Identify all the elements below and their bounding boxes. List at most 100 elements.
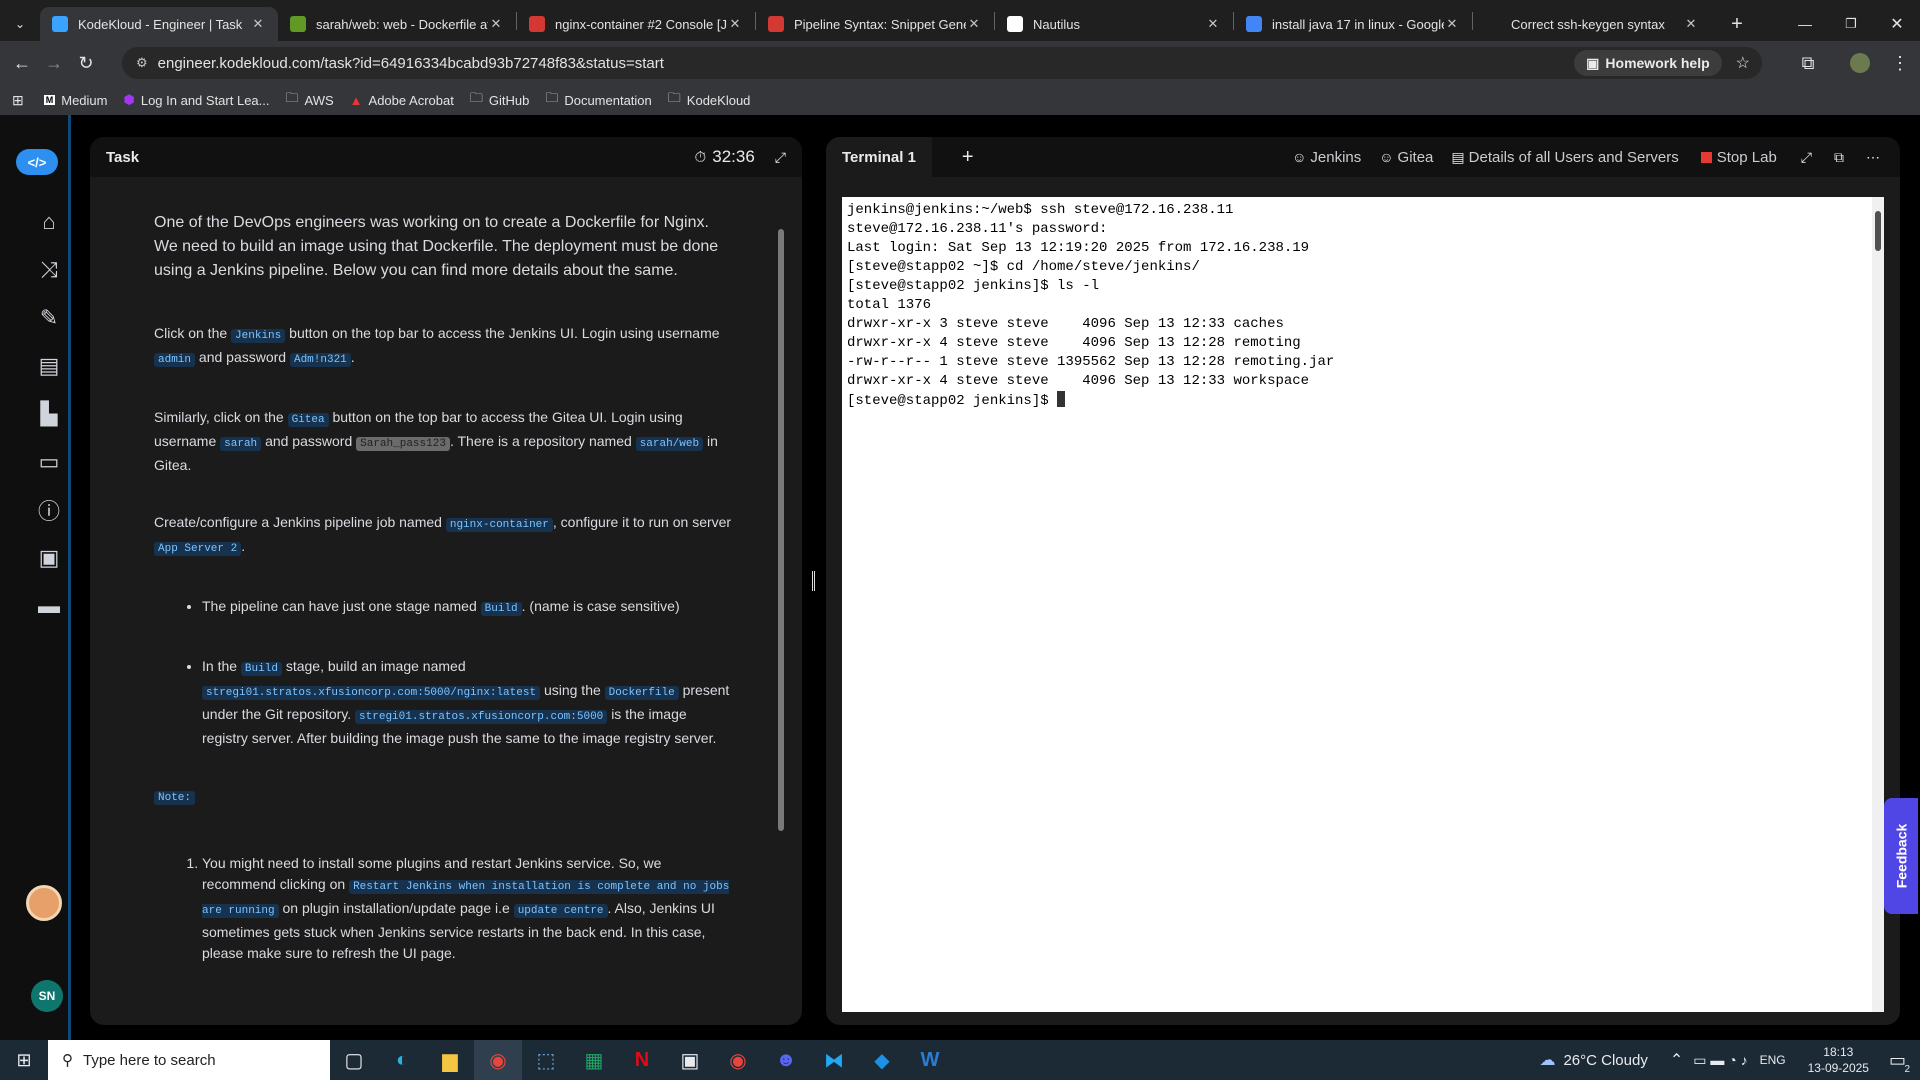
browser-toolbar: ← → ↻ ⚙ engineer.kodekloud.com/task?id=6… (0, 41, 1920, 85)
menu-icon[interactable]: ⋮ (1884, 47, 1916, 79)
terminal-line: total 1376 (847, 297, 932, 313)
reload-icon[interactable]: ↻ (70, 47, 102, 79)
paragraph-gitea-login: Similarly, click on the Gitea button on … (154, 409, 718, 473)
terminal-line: -rw-r--r-- 1 steve steve 1395562 Sep 13 … (847, 354, 1335, 370)
clock[interactable]: 18:13 13-09-2025 (1808, 1044, 1869, 1076)
tab-search-button[interactable]: ⌄ (0, 7, 40, 41)
leaderboard-icon[interactable]: ▙ (36, 401, 62, 427)
homework-help-button[interactable]: ▣ Homework help (1574, 50, 1722, 76)
file-explorer-icon[interactable]: ▆ (426, 1040, 474, 1080)
notifications-icon[interactable]: ▭ 2 (1889, 1050, 1910, 1075)
browser-tab[interactable]: sarah/web: web - Dockerfile at ✕ (278, 7, 516, 41)
excel-icon[interactable]: ▦ (570, 1040, 618, 1080)
messages-icon[interactable]: ▬ (36, 593, 62, 619)
terminal-scroll-thumb[interactable] (1875, 211, 1881, 251)
terminal-line: [steve@stapp02 ~]$ cd /home/steve/jenkin… (847, 259, 1200, 275)
restore-icon[interactable]: ❐ (1828, 7, 1874, 41)
bookmark-adobe[interactable]: ▲ Adobe Acrobat (350, 93, 454, 108)
more-options-icon[interactable]: ⋯ (1866, 149, 1880, 166)
task-view-icon[interactable]: ▢ (330, 1040, 378, 1080)
taskbar-search[interactable]: ⚲ Type here to search (48, 1040, 330, 1080)
bookmark-github[interactable]: 🗀 GitHub (470, 89, 529, 111)
playground-icon[interactable]: ✎ (36, 305, 62, 331)
chrome-icon[interactable]: ◉ (474, 1040, 522, 1080)
netflix-icon[interactable]: N (618, 1040, 666, 1080)
stop-lab-button[interactable]: Stop Lab (1717, 149, 1777, 166)
jenkins-button[interactable]: Jenkins (1310, 149, 1361, 166)
details-button[interactable]: Details of all Users and Servers (1469, 149, 1679, 166)
kodekloud-logo[interactable]: </> (16, 149, 58, 175)
docker-icon[interactable]: ◆ (858, 1040, 906, 1080)
task-scrollbar[interactable] (778, 229, 784, 831)
back-icon[interactable]: ← (6, 47, 38, 79)
terminal-scrollbar[interactable] (1872, 197, 1884, 1012)
edge-icon[interactable]: ◐ (378, 1040, 426, 1080)
bookmark-medium[interactable]: M Medium (43, 93, 107, 108)
extensions-icon[interactable]: ⧉ (1792, 47, 1824, 79)
close-tab-icon[interactable]: ✕ (250, 16, 266, 32)
site-info-icon[interactable]: ⚙ (136, 55, 148, 71)
weather-text[interactable]: 26°C Cloudy (1563, 1052, 1647, 1069)
vscode-icon[interactable]: ⧓ (810, 1040, 858, 1080)
browser-tab[interactable]: Correct ssh-keygen syntax ✕ (1473, 7, 1711, 41)
chat-icon[interactable]: ▭ (36, 449, 62, 475)
close-tab-icon[interactable]: ✕ (1683, 16, 1699, 32)
browser-tab[interactable]: Pipeline Syntax: Snippet Genera ✕ (756, 7, 994, 41)
info-icon[interactable]: ⓘ (36, 497, 62, 524)
apps-grid-icon[interactable]: ⊞ (12, 92, 24, 109)
bookmark-star-icon[interactable]: ☆ (1736, 53, 1750, 73)
expand-icon[interactable]: ⤢ (775, 149, 786, 166)
bookmark-aws[interactable]: 🗀 AWS (286, 89, 334, 111)
taskbar-app-icon[interactable]: ⬚ (522, 1040, 570, 1080)
courses-icon[interactable]: ▤ (36, 353, 62, 379)
forward-icon[interactable]: → (38, 47, 70, 79)
chevron-up-icon[interactable]: ⌃ (1670, 1050, 1683, 1070)
task-timer: 32:36 (712, 147, 755, 166)
language-indicator[interactable]: ENG (1760, 1053, 1786, 1067)
open-new-window-icon[interactable]: ⧉ (1834, 149, 1844, 166)
close-tab-icon[interactable]: ✕ (488, 16, 504, 32)
paragraph-jenkins-login: Click on the Jenkins button on the top b… (154, 325, 720, 367)
terminal-output[interactable]: jenkins@jenkins:~/web$ ssh steve@172.16.… (842, 197, 1872, 1012)
bookmark-documentation[interactable]: 🗀 Documentation (545, 89, 651, 111)
close-tab-icon[interactable]: ✕ (966, 16, 982, 32)
browser-tab[interactable]: nginx-container #2 Console [Je ✕ (517, 7, 755, 41)
photos-icon[interactable]: ▣ (666, 1040, 714, 1080)
feedback-button[interactable]: Feedback (1884, 798, 1918, 914)
bookmark-login[interactable]: ⬢ Log In and Start Lea... (123, 92, 269, 108)
word-icon[interactable]: W (906, 1040, 954, 1080)
close-tab-icon[interactable]: ✕ (1444, 16, 1460, 32)
jenkins-icon (529, 16, 545, 32)
terminal-panel: Terminal 1 + ☺ Jenkins ☺ Gitea ▤ Details… (826, 137, 1900, 1025)
discord-icon[interactable]: ☻ (762, 1040, 810, 1080)
notes-icon[interactable]: ▣ (36, 545, 62, 571)
tab-task[interactable]: Task (106, 149, 139, 166)
browser-tab[interactable]: install java 17 in linux - Google ✕ (1234, 7, 1472, 41)
bullet-build-image: In the Build stage, build an image named… (202, 656, 734, 749)
windows-taskbar: ⊞ ⚲ Type here to search ▢ ◐ ▆ ◉ ⬚ ▦ N ▣ … (0, 1040, 1920, 1080)
panel-resize-handle[interactable] (812, 571, 815, 591)
expand-icon[interactable]: ⤢ (1801, 149, 1812, 166)
url-text[interactable]: engineer.kodekloud.com/task?id=64916334b… (158, 55, 664, 72)
gitea-button[interactable]: Gitea (1398, 149, 1434, 166)
bookmark-kodekloud[interactable]: 🗀 KodeKloud (668, 89, 751, 111)
stop-icon (1700, 151, 1712, 163)
close-tab-icon[interactable]: ✕ (727, 16, 743, 32)
system-tray-icons[interactable]: ▭ ▬ ◔ ♪ (1693, 1052, 1747, 1069)
mascot-avatar[interactable] (26, 885, 62, 921)
close-tab-icon[interactable]: ✕ (1205, 16, 1221, 32)
minimize-icon[interactable]: — (1782, 7, 1828, 41)
user-avatar[interactable]: SN (31, 980, 63, 1012)
home-icon[interactable]: ⌂ (36, 209, 62, 235)
windows-start-icon[interactable]: ⊞ (0, 1040, 48, 1080)
add-terminal-button[interactable]: + (962, 146, 974, 169)
new-tab-button[interactable]: + (1721, 7, 1753, 41)
browser-tab[interactable]: Nautilus ✕ (995, 7, 1233, 41)
tab-terminal-1[interactable]: Terminal 1 (826, 137, 932, 177)
chrome-profile-icon[interactable]: ◉ (714, 1040, 762, 1080)
address-bar[interactable]: ⚙ engineer.kodekloud.com/task?id=6491633… (122, 47, 1762, 79)
learning-path-icon[interactable]: ⤨ (36, 257, 62, 283)
browser-tab[interactable]: KodeKloud - Engineer | Task ✕ (40, 7, 278, 41)
close-window-icon[interactable]: ✕ (1874, 7, 1920, 41)
profile-avatar[interactable] (1850, 53, 1870, 73)
